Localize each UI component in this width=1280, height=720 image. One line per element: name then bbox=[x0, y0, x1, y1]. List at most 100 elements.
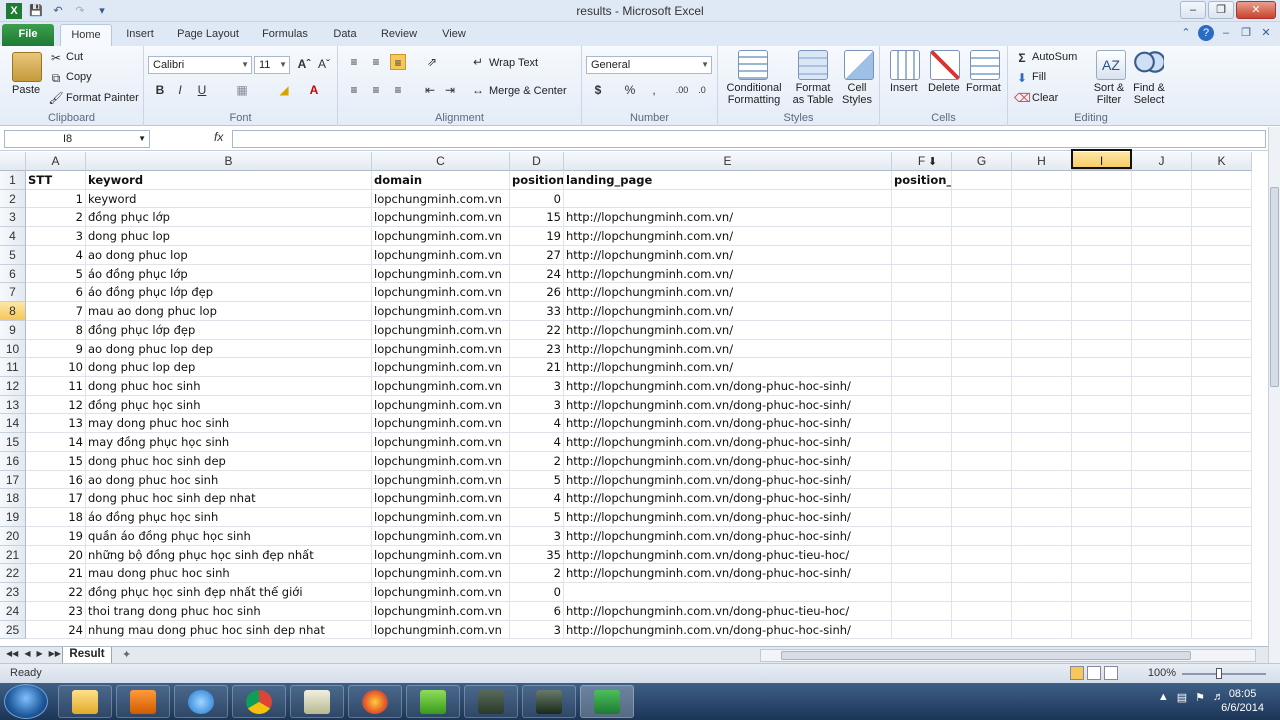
header-cell[interactable]: domain bbox=[372, 171, 510, 190]
prev-sheet-icon[interactable]: ◀ bbox=[24, 649, 30, 658]
table-cell[interactable]: http://lopchungminh.com.vn/dong-phuc-hoc… bbox=[564, 451, 892, 471]
table-cell[interactable]: 27 bbox=[510, 245, 564, 265]
table-cell[interactable] bbox=[952, 302, 1012, 321]
table-cell[interactable]: lopchungminh.com.vn bbox=[372, 208, 510, 228]
tab-home[interactable]: Home bbox=[60, 24, 112, 46]
table-cell[interactable] bbox=[1192, 208, 1252, 228]
table-cell[interactable] bbox=[892, 545, 952, 565]
table-cell[interactable] bbox=[1072, 208, 1132, 228]
table-cell[interactable] bbox=[1192, 583, 1252, 602]
conditional-formatting-icon[interactable] bbox=[738, 50, 768, 80]
table-cell[interactable] bbox=[952, 358, 1012, 378]
table-cell[interactable] bbox=[952, 583, 1012, 602]
table-cell[interactable]: 2 bbox=[510, 451, 564, 471]
table-cell[interactable]: http://lopchungminh.com.vn/ bbox=[564, 208, 892, 228]
table-cell[interactable]: 21 bbox=[26, 564, 86, 584]
table-cell[interactable]: lopchungminh.com.vn bbox=[372, 508, 510, 527]
table-cell[interactable] bbox=[1192, 545, 1252, 565]
table-cell[interactable] bbox=[1012, 451, 1072, 471]
table-cell[interactable]: lopchungminh.com.vn bbox=[372, 451, 510, 471]
row-header[interactable]: 7 bbox=[0, 283, 26, 303]
taskbar-firefox[interactable] bbox=[348, 685, 402, 718]
table-cell[interactable]: lopchungminh.com.vn bbox=[372, 227, 510, 246]
horizontal-scrollbar[interactable] bbox=[760, 649, 1256, 662]
table-cell[interactable] bbox=[952, 470, 1012, 490]
table-cell[interactable]: đồng phục học sinh đẹp nhất thế giới bbox=[86, 583, 372, 602]
table-cell[interactable] bbox=[1132, 526, 1192, 546]
header-cell[interactable]: position bbox=[510, 171, 564, 190]
column-header-c[interactable]: C bbox=[372, 152, 510, 171]
table-cell[interactable] bbox=[1012, 339, 1072, 359]
table-cell[interactable] bbox=[892, 283, 952, 303]
table-cell[interactable]: lopchungminh.com.vn bbox=[372, 545, 510, 565]
insert-function-icon[interactable]: fx bbox=[214, 130, 223, 144]
table-cell[interactable]: 15 bbox=[510, 208, 564, 228]
align-right-icon[interactable]: ≡ bbox=[390, 82, 406, 98]
table-cell[interactable]: 8 bbox=[26, 320, 86, 340]
table-cell[interactable] bbox=[1012, 583, 1072, 602]
header-cell[interactable]: STT bbox=[26, 171, 86, 190]
zoom-slider-knob[interactable] bbox=[1216, 668, 1222, 679]
table-cell[interactable] bbox=[1072, 433, 1132, 452]
table-cell[interactable]: http://lopchungminh.com.vn/dong-phuc-hoc… bbox=[564, 470, 892, 490]
number-format-combo[interactable]: General ▼ bbox=[586, 56, 712, 74]
table-cell[interactable]: http://lopchungminh.com.vn/dong-phuc-hoc… bbox=[564, 414, 892, 434]
table-cell[interactable]: 13 bbox=[26, 414, 86, 434]
minimize-button[interactable]: – bbox=[1180, 1, 1206, 19]
table-cell[interactable]: áo đồng phục lớp bbox=[86, 264, 372, 284]
table-cell[interactable]: 7 bbox=[26, 302, 86, 321]
table-cell[interactable]: dong phuc hoc sinh bbox=[86, 377, 372, 396]
table-cell[interactable]: http://lopchungminh.com.vn/ bbox=[564, 339, 892, 359]
table-cell[interactable] bbox=[1072, 508, 1132, 527]
taskbar-search-app[interactable] bbox=[406, 685, 460, 718]
header-cell[interactable]: landing_page bbox=[564, 171, 892, 190]
table-cell[interactable] bbox=[892, 526, 952, 546]
table-cell[interactable]: 3 bbox=[26, 227, 86, 246]
table-cell[interactable]: 35 bbox=[510, 545, 564, 565]
name-box[interactable]: I8 ▼ bbox=[4, 130, 150, 148]
row-header[interactable]: 18 bbox=[0, 489, 26, 509]
row-header[interactable]: 5 bbox=[0, 245, 26, 265]
table-cell[interactable]: lopchungminh.com.vn bbox=[372, 264, 510, 284]
tab-file[interactable]: File bbox=[2, 24, 54, 46]
table-cell[interactable]: http://lopchungminh.com.vn/dong-phuc-hoc… bbox=[564, 620, 892, 640]
table-cell[interactable]: http://lopchungminh.com.vn/ bbox=[564, 227, 892, 246]
table-cell[interactable] bbox=[1192, 245, 1252, 265]
column-header-g[interactable]: G bbox=[952, 152, 1012, 171]
table-cell[interactable] bbox=[1132, 283, 1192, 303]
table-cell[interactable] bbox=[952, 433, 1012, 452]
table-cell[interactable] bbox=[564, 583, 892, 602]
table-cell[interactable]: 26 bbox=[510, 283, 564, 303]
clear-button[interactable]: Clear bbox=[1032, 92, 1058, 104]
table-cell[interactable]: 21 bbox=[510, 358, 564, 378]
table-cell[interactable] bbox=[952, 320, 1012, 340]
table-cell[interactable] bbox=[892, 508, 952, 527]
table-cell[interactable] bbox=[1012, 227, 1072, 246]
row-header[interactable]: 10 bbox=[0, 339, 26, 359]
formula-input[interactable] bbox=[232, 130, 1266, 148]
table-cell[interactable]: mau ao dong phuc lop bbox=[86, 302, 372, 321]
table-cell[interactable] bbox=[1132, 433, 1192, 452]
table-cell[interactable] bbox=[1132, 620, 1192, 640]
table-cell[interactable] bbox=[892, 489, 952, 509]
taskbar-app-record[interactable] bbox=[464, 685, 518, 718]
table-cell[interactable] bbox=[892, 264, 952, 284]
table-cell[interactable]: http://lopchungminh.com.vn/dong-phuc-tie… bbox=[564, 601, 892, 621]
table-cell[interactable] bbox=[1012, 264, 1072, 284]
table-cell[interactable] bbox=[1192, 283, 1252, 303]
table-cell[interactable] bbox=[1192, 564, 1252, 584]
table-cell[interactable]: mau dong phuc hoc sinh bbox=[86, 564, 372, 584]
underline-icon[interactable]: U bbox=[194, 82, 210, 98]
close-button[interactable]: ✕ bbox=[1236, 1, 1276, 19]
table-cell[interactable] bbox=[892, 601, 952, 621]
table-cell[interactable]: 3 bbox=[510, 395, 564, 415]
table-cell[interactable]: 17 bbox=[26, 489, 86, 509]
table-cell[interactable]: dong phuc hoc sinh dep nhat bbox=[86, 489, 372, 509]
tab-insert[interactable]: Insert bbox=[120, 24, 160, 46]
table-cell[interactable] bbox=[952, 377, 1012, 396]
help-icon[interactable]: ? bbox=[1198, 25, 1214, 41]
table-cell[interactable]: 10 bbox=[26, 358, 86, 378]
increase-indent-icon[interactable]: ⇥ bbox=[442, 82, 458, 98]
table-cell[interactable] bbox=[952, 264, 1012, 284]
table-cell[interactable] bbox=[1012, 489, 1072, 509]
